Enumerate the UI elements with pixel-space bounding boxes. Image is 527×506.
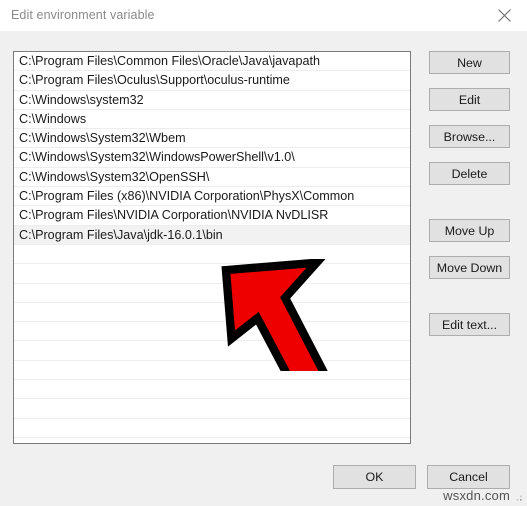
dialog-client-area: C:\Program Files\Common Files\Oracle\Jav… bbox=[0, 31, 527, 506]
path-list[interactable]: C:\Program Files\Common Files\Oracle\Jav… bbox=[13, 51, 411, 444]
edit-button[interactable]: Edit bbox=[429, 88, 510, 111]
path-list-empty-row[interactable] bbox=[14, 380, 410, 400]
browse-button[interactable]: Browse... bbox=[429, 125, 510, 148]
dialog-title: Edit environment variable bbox=[11, 8, 155, 22]
path-list-empty-row[interactable] bbox=[14, 418, 410, 438]
close-icon bbox=[497, 8, 512, 23]
path-list-item[interactable]: C:\Program Files\Common Files\Oracle\Jav… bbox=[14, 52, 410, 72]
path-list-item[interactable]: C:\Windows bbox=[14, 109, 410, 130]
path-list-empty-row[interactable] bbox=[14, 360, 410, 381]
path-list-item[interactable]: C:\Windows\System32\WindowsPowerShell\v1… bbox=[14, 148, 410, 168]
close-button[interactable] bbox=[482, 0, 527, 31]
move-up-button[interactable]: Move Up bbox=[429, 219, 510, 242]
edit-text-button[interactable]: Edit text... bbox=[429, 313, 510, 336]
path-list-item[interactable]: C:\Windows\system32 bbox=[14, 90, 410, 110]
move-down-button[interactable]: Move Down bbox=[429, 256, 510, 279]
path-list-item[interactable]: C:\Program Files\NVIDIA Corporation\NVID… bbox=[14, 206, 410, 226]
dialog-titlebar: Edit environment variable bbox=[0, 0, 527, 32]
new-button[interactable]: New bbox=[429, 51, 510, 74]
path-list-empty-row[interactable] bbox=[14, 341, 410, 361]
path-list-item[interactable]: C:\Program Files\Oculus\Support\oculus-r… bbox=[14, 71, 410, 91]
path-list-empty-row[interactable] bbox=[14, 302, 410, 323]
path-list-empty-row[interactable] bbox=[14, 244, 410, 265]
path-list-item[interactable]: C:\Windows\System32\OpenSSH\ bbox=[14, 167, 410, 188]
watermark-text: wsxdn.com bbox=[443, 488, 510, 503]
delete-button[interactable]: Delete bbox=[429, 162, 510, 185]
path-list-empty-row[interactable] bbox=[14, 322, 410, 342]
ok-button[interactable]: OK bbox=[333, 465, 416, 489]
path-list-empty-row[interactable] bbox=[14, 283, 410, 303]
resize-grip-icon[interactable] bbox=[514, 493, 524, 503]
path-list-empty-row[interactable] bbox=[14, 399, 410, 419]
cancel-button[interactable]: Cancel bbox=[427, 465, 510, 489]
path-list-item[interactable]: C:\Program Files (x86)\NVIDIA Corporatio… bbox=[14, 187, 410, 207]
path-list-item[interactable]: C:\Windows\System32\Wbem bbox=[14, 129, 410, 149]
path-list-empty-row[interactable] bbox=[14, 264, 410, 284]
path-list-item[interactable]: C:\Program Files\Java\jdk-16.0.1\bin bbox=[14, 225, 410, 245]
